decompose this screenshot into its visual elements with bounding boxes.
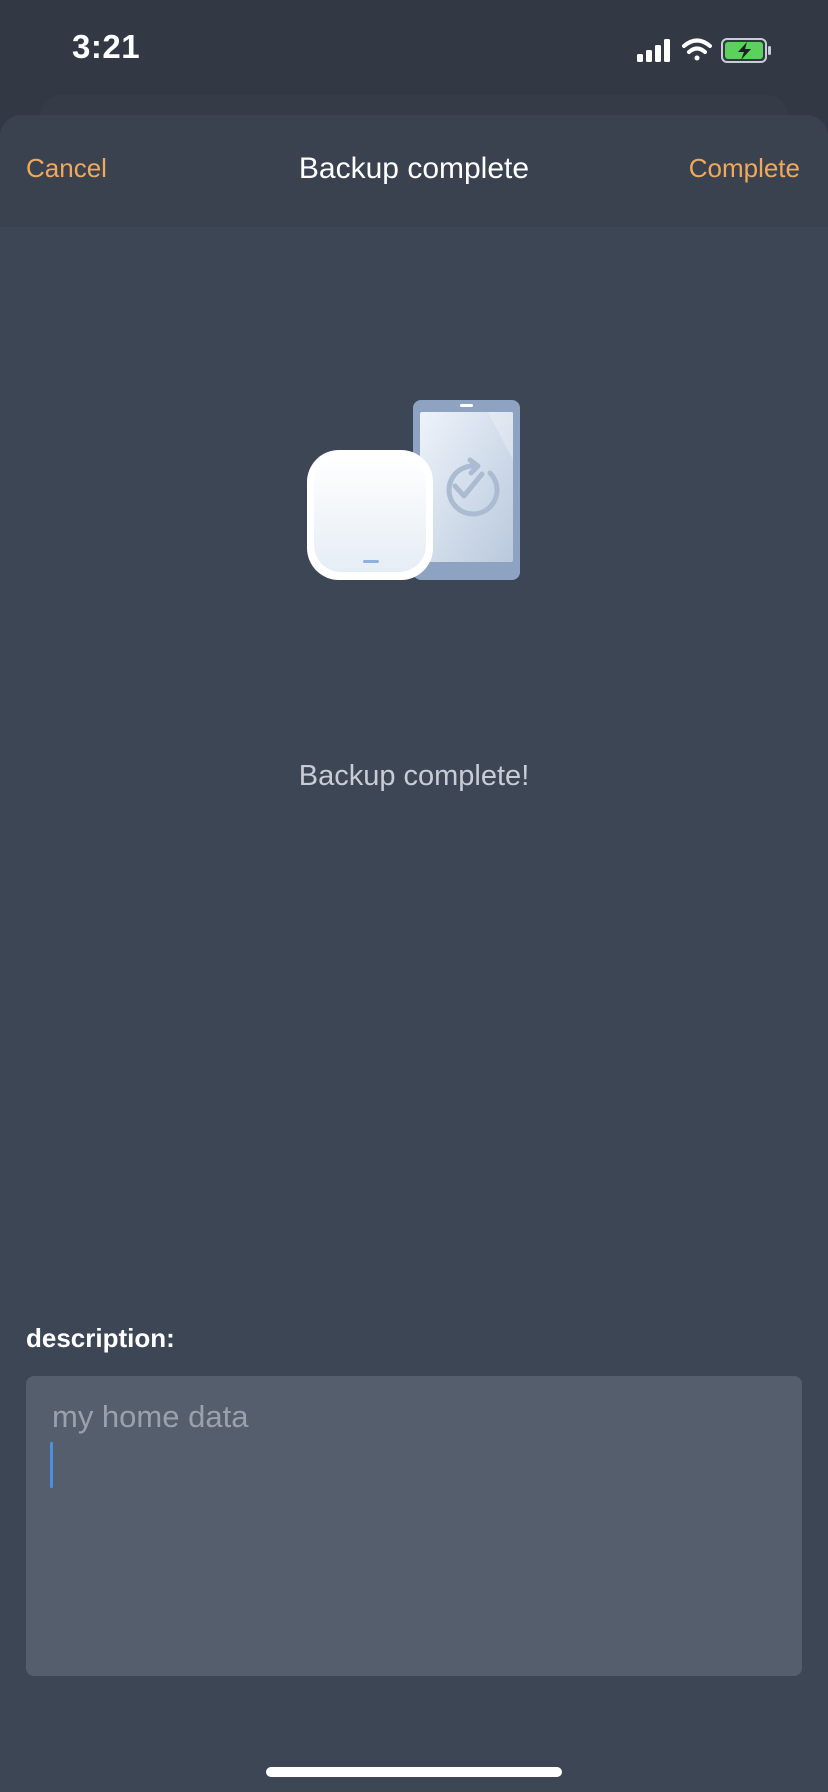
description-label: description: [26, 1323, 175, 1353]
status-bar: 3:21 [0, 0, 828, 100]
description-input[interactable]: my home data [26, 1376, 802, 1676]
wifi-icon [682, 38, 712, 61]
home-indicator[interactable] [266, 1767, 562, 1777]
hub-device-icon [307, 450, 433, 580]
text-cursor [50, 1442, 53, 1488]
status-time: 3:21 [72, 28, 141, 65]
nav-bar: Cancel Backup complete Complete [0, 115, 828, 227]
description-placeholder: my home data [52, 1399, 249, 1434]
backup-sheet: Cancel Backup complete Complete Backup c… [0, 115, 828, 1792]
signal-icon [637, 39, 670, 62]
screen: 3:21 Cancel Backup complete Complete Bac… [0, 0, 828, 1792]
status-icons [614, 36, 794, 66]
backup-status-message: Backup complete! [298, 760, 530, 792]
complete-button[interactable]: Complete [689, 153, 800, 184]
backup-illustration [300, 400, 540, 600]
battery-charging-icon [721, 38, 771, 63]
